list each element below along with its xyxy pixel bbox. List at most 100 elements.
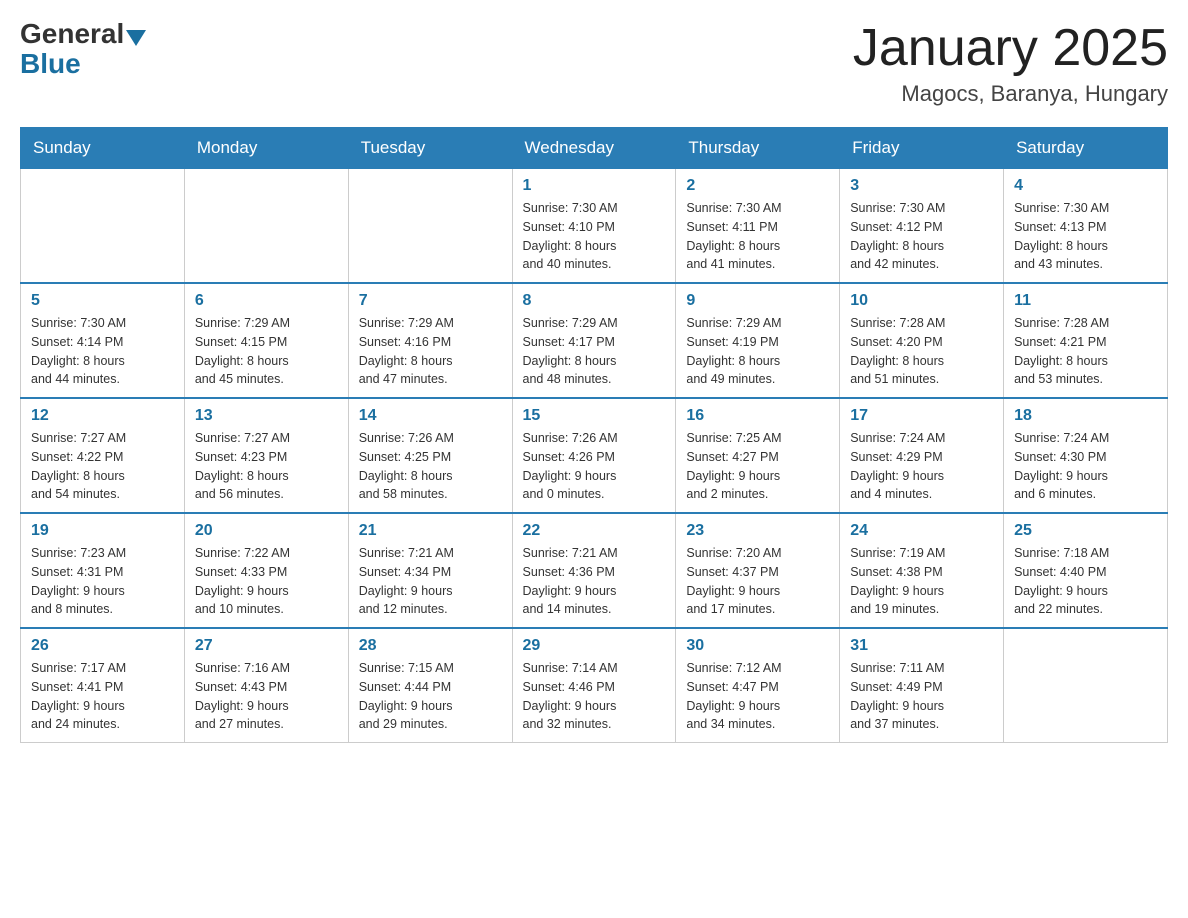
day-number: 1 (523, 177, 666, 195)
day-info: Sunrise: 7:18 AM Sunset: 4:40 PM Dayligh… (1014, 544, 1157, 619)
table-cell: 13 Sunrise: 7:27 AM Sunset: 4:23 PM Dayli… (184, 398, 348, 513)
day-info: Sunrise: 7:28 AM Sunset: 4:21 PM Dayligh… (1014, 314, 1157, 389)
weekday-header-sunday: Sunday (21, 128, 185, 169)
weekday-header-saturday: Saturday (1004, 128, 1168, 169)
day-info: Sunrise: 7:11 AM Sunset: 4:49 PM Dayligh… (850, 659, 993, 734)
page-header: General Blue January 2025 Magocs, Barany… (20, 20, 1168, 107)
day-number: 28 (359, 637, 502, 655)
day-number: 7 (359, 292, 502, 310)
table-cell: 3 Sunrise: 7:30 AM Sunset: 4:12 PM Daylig… (840, 169, 1004, 284)
calendar-title: January 2025 (853, 20, 1168, 77)
weekday-header-friday: Friday (840, 128, 1004, 169)
day-info: Sunrise: 7:22 AM Sunset: 4:33 PM Dayligh… (195, 544, 338, 619)
title-block: January 2025 Magocs, Baranya, Hungary (853, 20, 1168, 107)
table-cell: 30 Sunrise: 7:12 AM Sunset: 4:47 PM Dayli… (676, 628, 840, 743)
day-info: Sunrise: 7:28 AM Sunset: 4:20 PM Dayligh… (850, 314, 993, 389)
day-info: Sunrise: 7:29 AM Sunset: 4:15 PM Dayligh… (195, 314, 338, 389)
day-number: 12 (31, 407, 174, 425)
day-info: Sunrise: 7:19 AM Sunset: 4:38 PM Dayligh… (850, 544, 993, 619)
day-number: 8 (523, 292, 666, 310)
week-row-3: 12 Sunrise: 7:27 AM Sunset: 4:22 PM Dayli… (21, 398, 1168, 513)
table-cell: 23 Sunrise: 7:20 AM Sunset: 4:37 PM Dayli… (676, 513, 840, 628)
table-cell: 10 Sunrise: 7:28 AM Sunset: 4:20 PM Dayli… (840, 283, 1004, 398)
table-cell: 29 Sunrise: 7:14 AM Sunset: 4:46 PM Dayli… (512, 628, 676, 743)
day-info: Sunrise: 7:24 AM Sunset: 4:29 PM Dayligh… (850, 429, 993, 504)
day-number: 30 (686, 637, 829, 655)
day-info: Sunrise: 7:25 AM Sunset: 4:27 PM Dayligh… (686, 429, 829, 504)
day-number: 15 (523, 407, 666, 425)
logo-blue-text: Blue (20, 48, 81, 80)
day-number: 27 (195, 637, 338, 655)
day-number: 11 (1014, 292, 1157, 310)
week-row-4: 19 Sunrise: 7:23 AM Sunset: 4:31 PM Dayli… (21, 513, 1168, 628)
table-cell: 15 Sunrise: 7:26 AM Sunset: 4:26 PM Dayli… (512, 398, 676, 513)
day-number: 13 (195, 407, 338, 425)
day-number: 23 (686, 522, 829, 540)
week-row-1: 1Sunrise: 7:30 AM Sunset: 4:10 PM Daylig… (21, 169, 1168, 284)
table-cell: 27 Sunrise: 7:16 AM Sunset: 4:43 PM Dayli… (184, 628, 348, 743)
day-info: Sunrise: 7:29 AM Sunset: 4:19 PM Dayligh… (686, 314, 829, 389)
day-info: Sunrise: 7:23 AM Sunset: 4:31 PM Dayligh… (31, 544, 174, 619)
weekday-header-thursday: Thursday (676, 128, 840, 169)
day-info: Sunrise: 7:21 AM Sunset: 4:36 PM Dayligh… (523, 544, 666, 619)
day-info: Sunrise: 7:27 AM Sunset: 4:23 PM Dayligh… (195, 429, 338, 504)
week-row-5: 26Sunrise: 7:17 AM Sunset: 4:41 PM Dayli… (21, 628, 1168, 743)
day-info: Sunrise: 7:27 AM Sunset: 4:22 PM Dayligh… (31, 429, 174, 504)
table-cell: 31 Sunrise: 7:11 AM Sunset: 4:49 PM Dayli… (840, 628, 1004, 743)
day-info: Sunrise: 7:26 AM Sunset: 4:26 PM Dayligh… (523, 429, 666, 504)
day-info: Sunrise: 7:30 AM Sunset: 4:12 PM Dayligh… (850, 199, 993, 274)
day-number: 18 (1014, 407, 1157, 425)
day-number: 9 (686, 292, 829, 310)
table-cell: 25Sunrise: 7:18 AM Sunset: 4:40 PM Dayli… (1004, 513, 1168, 628)
table-cell: 4Sunrise: 7:30 AM Sunset: 4:13 PM Daylig… (1004, 169, 1168, 284)
day-number: 5 (31, 292, 174, 310)
table-cell: 21Sunrise: 7:21 AM Sunset: 4:34 PM Dayli… (348, 513, 512, 628)
table-cell (184, 169, 348, 284)
table-cell: 5Sunrise: 7:30 AM Sunset: 4:14 PM Daylig… (21, 283, 185, 398)
day-info: Sunrise: 7:26 AM Sunset: 4:25 PM Dayligh… (359, 429, 502, 504)
table-cell: 7 Sunrise: 7:29 AM Sunset: 4:16 PM Daylig… (348, 283, 512, 398)
day-info: Sunrise: 7:29 AM Sunset: 4:16 PM Dayligh… (359, 314, 502, 389)
day-number: 14 (359, 407, 502, 425)
table-cell: 2Sunrise: 7:30 AM Sunset: 4:11 PM Daylig… (676, 169, 840, 284)
table-cell: 24 Sunrise: 7:19 AM Sunset: 4:38 PM Dayli… (840, 513, 1004, 628)
weekday-header-monday: Monday (184, 128, 348, 169)
weekday-header-wednesday: Wednesday (512, 128, 676, 169)
table-cell: 6 Sunrise: 7:29 AM Sunset: 4:15 PM Daylig… (184, 283, 348, 398)
week-row-2: 5Sunrise: 7:30 AM Sunset: 4:14 PM Daylig… (21, 283, 1168, 398)
day-info: Sunrise: 7:16 AM Sunset: 4:43 PM Dayligh… (195, 659, 338, 734)
day-number: 10 (850, 292, 993, 310)
day-number: 20 (195, 522, 338, 540)
day-number: 16 (686, 407, 829, 425)
calendar-subtitle: Magocs, Baranya, Hungary (853, 81, 1168, 107)
table-cell: 26Sunrise: 7:17 AM Sunset: 4:41 PM Dayli… (21, 628, 185, 743)
day-info: Sunrise: 7:14 AM Sunset: 4:46 PM Dayligh… (523, 659, 666, 734)
table-cell (1004, 628, 1168, 743)
weekday-header-row: SundayMondayTuesdayWednesdayThursdayFrid… (21, 128, 1168, 169)
day-number: 19 (31, 522, 174, 540)
day-number: 3 (850, 177, 993, 195)
table-cell: 8Sunrise: 7:29 AM Sunset: 4:17 PM Daylig… (512, 283, 676, 398)
table-cell: 28Sunrise: 7:15 AM Sunset: 4:44 PM Dayli… (348, 628, 512, 743)
table-cell (348, 169, 512, 284)
day-info: Sunrise: 7:21 AM Sunset: 4:34 PM Dayligh… (359, 544, 502, 619)
day-number: 31 (850, 637, 993, 655)
day-info: Sunrise: 7:24 AM Sunset: 4:30 PM Dayligh… (1014, 429, 1157, 504)
table-cell: 18 Sunrise: 7:24 AM Sunset: 4:30 PM Dayli… (1004, 398, 1168, 513)
day-number: 24 (850, 522, 993, 540)
day-number: 29 (523, 637, 666, 655)
table-cell: 9 Sunrise: 7:29 AM Sunset: 4:19 PM Daylig… (676, 283, 840, 398)
day-number: 6 (195, 292, 338, 310)
day-info: Sunrise: 7:12 AM Sunset: 4:47 PM Dayligh… (686, 659, 829, 734)
day-number: 2 (686, 177, 829, 195)
table-cell: 17Sunrise: 7:24 AM Sunset: 4:29 PM Dayli… (840, 398, 1004, 513)
day-number: 22 (523, 522, 666, 540)
day-info: Sunrise: 7:20 AM Sunset: 4:37 PM Dayligh… (686, 544, 829, 619)
table-cell: 19 Sunrise: 7:23 AM Sunset: 4:31 PM Dayli… (21, 513, 185, 628)
weekday-header-tuesday: Tuesday (348, 128, 512, 169)
day-number: 4 (1014, 177, 1157, 195)
table-cell: 11 Sunrise: 7:28 AM Sunset: 4:21 PM Dayli… (1004, 283, 1168, 398)
logo: General Blue (20, 20, 148, 80)
calendar-table: SundayMondayTuesdayWednesdayThursdayFrid… (20, 127, 1168, 743)
table-cell: 16 Sunrise: 7:25 AM Sunset: 4:27 PM Dayli… (676, 398, 840, 513)
